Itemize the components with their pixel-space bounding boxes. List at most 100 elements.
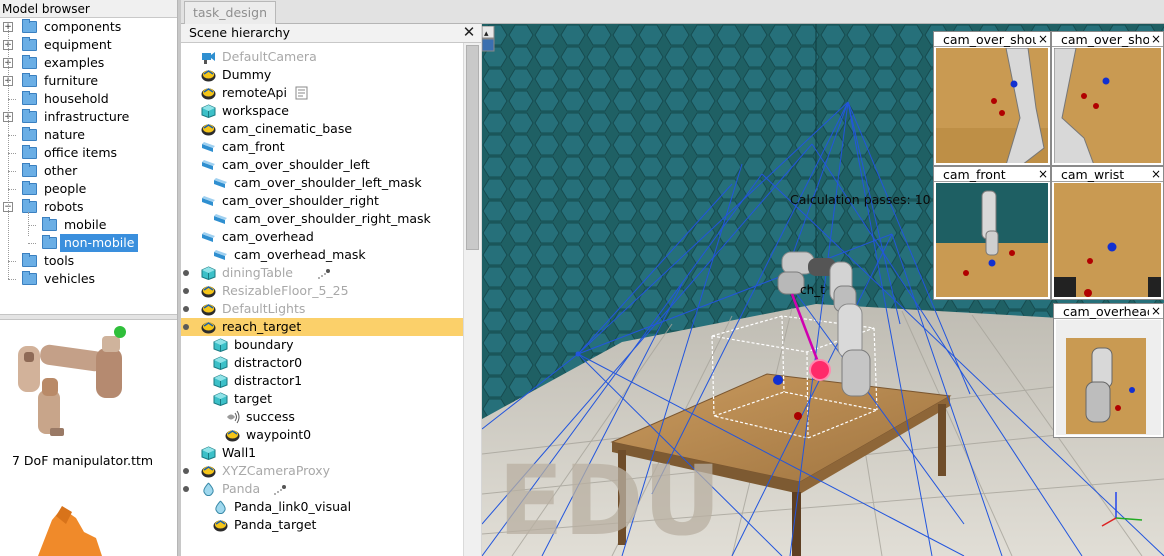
folder-item[interactable]: non-mobile [0, 234, 178, 252]
scene-object-row[interactable]: distractor1 [181, 372, 463, 390]
folder-item[interactable]: people [0, 180, 178, 198]
scene-object-row[interactable]: cam_over_shoulder_left [181, 156, 463, 174]
folder-item[interactable]: household [0, 90, 178, 108]
viewport-scroll-handle[interactable]: ▴ [482, 25, 495, 52]
scene-object-row[interactable]: waypoint0 [181, 426, 463, 444]
scene-object-row[interactable]: cam_over_shoulder_right_mask [181, 210, 463, 228]
scene-object-row[interactable]: cam_over_shoulder_left_mask [181, 174, 463, 192]
scene-object-row[interactable]: target [181, 390, 463, 408]
folder-label: mobile [64, 217, 107, 232]
expand-bullet-icon[interactable] [183, 306, 189, 312]
folder-item[interactable]: office items [0, 144, 178, 162]
tree-connector [28, 243, 36, 244]
folder-item[interactable]: mobile [0, 216, 178, 234]
camera-window-titlebar[interactable]: cam_over_shou × [934, 32, 1050, 47]
scene-object-label: Panda_link0_visual [234, 499, 352, 514]
mesh-icon [213, 500, 228, 515]
folder-item[interactable]: + examples [0, 54, 178, 72]
cube-icon [201, 104, 216, 119]
tab-task-design[interactable]: task_design [184, 1, 276, 25]
scene-object-row[interactable]: distractor0 [181, 354, 463, 372]
scene-object-row[interactable]: Dummy [181, 66, 463, 84]
folder-icon [22, 127, 37, 141]
scene-object-label: success [246, 409, 295, 424]
scene-object-row[interactable]: cam_cinematic_base [181, 120, 463, 138]
scene-object-row[interactable]: diningTable [181, 264, 463, 282]
script-icon [294, 86, 310, 100]
scene-object-label: Panda_target [234, 517, 317, 532]
folder-item[interactable]: other [0, 162, 178, 180]
scene-object-label: cam_overhead_mask [234, 247, 366, 262]
expand-bullet-icon[interactable] [183, 270, 189, 276]
scene-object-row[interactable]: reach_target [181, 318, 463, 336]
scene-viewport[interactable]: EDU ▴ Calculation passes: 10 (2 ms) ch_t… [482, 24, 1164, 556]
scene-object-label: boundary [234, 337, 294, 352]
scene-object-label: cam_overhead [222, 229, 314, 244]
folder-icon [22, 37, 37, 51]
expand-bullet-icon[interactable] [183, 324, 189, 330]
camera-window-wrist[interactable]: cam_wrist × [1051, 166, 1164, 300]
camera-feed [1054, 183, 1161, 297]
camera-window-titlebar[interactable]: cam_over_shou × [1052, 32, 1163, 47]
model-thumbnails: 7 DoF manipulator.ttm [0, 320, 177, 556]
proximity-sensor-icon [225, 410, 240, 424]
model-browser-panel: Model browser + components + equipment + exam… [0, 0, 178, 556]
camera-window-titlebar[interactable]: cam_wrist × [1052, 167, 1163, 182]
folder-icon [42, 217, 57, 231]
dummy-icon [201, 284, 216, 298]
scene-object-row[interactable]: Panda_target [181, 516, 463, 534]
close-icon[interactable]: × [1148, 32, 1161, 46]
expand-bullet-icon[interactable] [183, 288, 189, 294]
camera-window-front[interactable]: cam_front × [933, 166, 1051, 300]
folder-item[interactable]: + furniture [0, 72, 178, 90]
scene-object-row[interactable]: cam_overhead_mask [181, 246, 463, 264]
dummy-icon [201, 464, 216, 478]
scene-object-row[interactable]: Wall1 [181, 444, 463, 462]
thumbnail-label: 7 DoF manipulator.ttm [12, 453, 154, 468]
expand-bullet-icon[interactable] [183, 468, 189, 474]
close-icon[interactable]: × [1148, 304, 1161, 318]
close-icon[interactable]: × [1035, 167, 1048, 181]
camera-window-over-shoulder-left[interactable]: cam_over_shou × [933, 31, 1051, 166]
scene-object-row[interactable]: DefaultCamera [181, 48, 463, 66]
folder-item[interactable]: − robots [0, 198, 178, 216]
scene-object-row[interactable]: workspace [181, 102, 463, 120]
folder-label: other [44, 163, 78, 178]
scene-object-label: remoteApi [222, 85, 287, 100]
camera-feed [936, 183, 1048, 297]
folder-item[interactable]: nature [0, 126, 178, 144]
scene-object-row[interactable]: boundary [181, 336, 463, 354]
scene-object-row[interactable]: Panda [181, 480, 463, 498]
camera-window-over-shoulder-right[interactable]: cam_over_shou × [1051, 31, 1164, 166]
scrollbar-thumb[interactable] [466, 45, 479, 250]
close-icon[interactable]: × [1035, 32, 1048, 46]
scene-object-row[interactable]: remoteApi [181, 84, 463, 102]
scene-hierarchy-scrollbar[interactable] [463, 43, 481, 556]
folder-label: non-mobile [60, 234, 139, 252]
folder-item[interactable]: + components [0, 18, 178, 36]
camera-window-titlebar[interactable]: cam_overhead × [1054, 304, 1163, 319]
scene-object-row[interactable]: ResizableFloor_5_25 [181, 282, 463, 300]
scene-object-row[interactable]: Panda_link0_visual [181, 498, 463, 516]
model-thumbnail-7dof[interactable] [0, 320, 177, 556]
scene-object-row[interactable]: cam_front [181, 138, 463, 156]
folder-item[interactable]: tools [0, 252, 178, 270]
folder-item[interactable]: + infrastructure [0, 108, 178, 126]
scene-hierarchy-title: Scene hierarchy [189, 25, 291, 40]
camera-window-titlebar[interactable]: cam_front × [934, 167, 1050, 182]
scene-object-label: distractor1 [234, 373, 303, 388]
close-icon[interactable]: × [1148, 167, 1161, 181]
scene-object-row[interactable]: XYZCameraProxy [181, 462, 463, 480]
expand-bullet-icon[interactable] [183, 486, 189, 492]
scene-object-row[interactable]: cam_overhead [181, 228, 463, 246]
camera-window-overhead[interactable]: cam_overhead × [1053, 303, 1164, 438]
dummy-icon [201, 320, 216, 334]
scene-object-row[interactable]: DefaultLights [181, 300, 463, 318]
folder-label: examples [44, 55, 105, 70]
folder-item[interactable]: + equipment [0, 36, 178, 54]
scene-object-row[interactable]: cam_over_shoulder_right [181, 192, 463, 210]
folder-item[interactable]: vehicles [0, 270, 178, 288]
scene-object-label: DefaultLights [222, 301, 306, 316]
scene-object-row[interactable]: success [181, 408, 463, 426]
close-icon[interactable]: ✕ [462, 24, 476, 42]
